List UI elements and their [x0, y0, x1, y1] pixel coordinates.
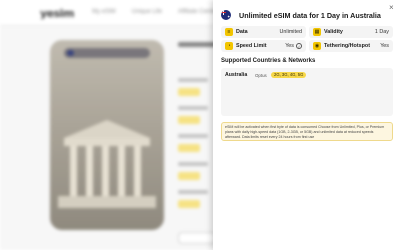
stat-value: 1 Day — [374, 29, 389, 35]
stat-label: Speed Limit — [236, 43, 267, 49]
stat-validity: ▦ Validity 1 Day — [309, 26, 393, 38]
drawer-header: ✦ Unlimited eSIM data for 1 Day in Austr… — [221, 8, 391, 22]
plan-details-drawer: ✦ Unlimited eSIM data for 1 Day in Austr… — [213, 0, 400, 250]
country-network-list: Australia Optus 2G, 3G, 4G, 5G — [221, 68, 393, 116]
stat-tethering: ◉ Tethering/Hotspot Yes — [309, 40, 393, 52]
data-icon: ≡ — [225, 28, 233, 36]
stat-speed-limit: ◔ Speed Limit Yes i — [221, 40, 306, 52]
close-icon[interactable]: × — [389, 4, 394, 12]
calendar-icon: ▦ — [313, 28, 321, 36]
operator-name: Optus — [255, 73, 267, 78]
country-name: Australia — [225, 72, 248, 78]
australia-flag-icon: ✦ — [221, 10, 231, 20]
stat-value: Yes — [380, 43, 389, 49]
supported-countries-title: Supported Countries & Networks — [221, 58, 316, 64]
stat-label: Data — [236, 29, 248, 35]
activation-notice: eSIM will be activated when first byte o… — [221, 122, 393, 141]
stat-value: Unlimited — [279, 29, 302, 35]
stat-label: Tethering/Hotspot — [324, 43, 371, 49]
stat-value: Yes i — [285, 43, 302, 49]
network-badge: 2G, 3G, 4G, 5G — [271, 72, 307, 78]
stat-data: ≡ Data Unlimited — [221, 26, 306, 38]
hotspot-icon: ◉ — [313, 42, 321, 50]
info-icon[interactable]: i — [296, 43, 302, 49]
stat-label: Validity — [324, 29, 343, 35]
speed-icon: ◔ — [225, 42, 233, 50]
drawer-title: Unlimited eSIM data for 1 Day in Austral… — [239, 10, 381, 20]
